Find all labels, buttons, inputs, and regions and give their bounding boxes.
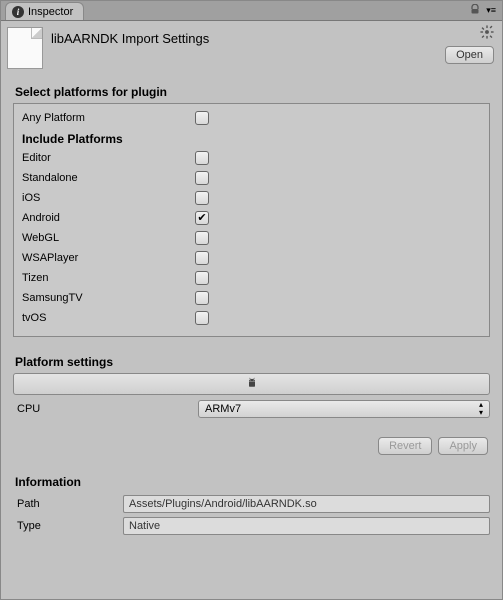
header: libAARNDK Import Settings Open <box>1 21 502 79</box>
any-platform-checkbox[interactable] <box>195 111 209 125</box>
info-row-type: Type Native <box>13 515 490 537</box>
platform-settings-box: CPU ARMv7 ▴▾ <box>13 373 490 419</box>
platform-row: WebGL <box>20 228 483 248</box>
platform-row: Standalone <box>20 168 483 188</box>
platform-checkbox[interactable] <box>195 251 209 265</box>
page-title: libAARNDK Import Settings <box>51 27 209 46</box>
info-label-path: Path <box>13 498 123 510</box>
platform-label: tvOS <box>20 312 195 324</box>
cpu-row: CPU ARMv7 ▴▾ <box>13 399 490 419</box>
platform-checkbox[interactable] <box>195 151 209 165</box>
platform-label: Standalone <box>20 172 195 184</box>
platform-row: Editor <box>20 148 483 168</box>
platform-checkbox[interactable] <box>195 191 209 205</box>
platform-list: Editor Standalone iOS Android WebGL WSAPlayer… <box>20 148 483 328</box>
platform-label: WSAPlayer <box>20 252 195 264</box>
info-icon: i <box>12 6 24 18</box>
platform-settings-title: Platform settings <box>1 349 502 373</box>
chevron-updown-icon: ▴▾ <box>479 401 483 417</box>
tab-inspector[interactable]: i Inspector <box>5 2 84 20</box>
platform-label: Android <box>20 212 195 224</box>
information-box: Path Assets/Plugins/Android/libAARNDK.so… <box>13 493 490 537</box>
gear-icon[interactable] <box>480 25 494 42</box>
cpu-label: CPU <box>13 403 198 415</box>
info-value-type: Native <box>123 517 490 535</box>
platform-row: iOS <box>20 188 483 208</box>
row-any-platform: Any Platform <box>20 108 483 128</box>
platforms-section-title: Select platforms for plugin <box>1 79 502 103</box>
platform-checkbox[interactable] <box>195 311 209 325</box>
inspector-panel: i Inspector ▾≡ libAARNDK Import Settings… <box>0 0 503 600</box>
header-right: Open <box>445 25 494 64</box>
platform-label: iOS <box>20 192 195 204</box>
any-platform-label: Any Platform <box>20 112 195 124</box>
tab-right-controls: ▾≡ <box>470 4 496 17</box>
apply-button[interactable]: Apply <box>438 437 488 455</box>
tab-bar: i Inspector ▾≡ <box>1 1 502 21</box>
information-title: Information <box>1 469 502 493</box>
info-label-type: Type <box>13 520 123 532</box>
open-button[interactable]: Open <box>445 46 494 64</box>
platform-row: WSAPlayer <box>20 248 483 268</box>
cpu-dropdown-value: ARMv7 <box>205 403 241 415</box>
include-platforms-title: Include Platforms <box>20 128 483 148</box>
info-row-path: Path Assets/Plugins/Android/libAARNDK.so <box>13 493 490 515</box>
platform-label: WebGL <box>20 232 195 244</box>
platform-checkbox[interactable] <box>195 211 209 225</box>
platform-checkbox[interactable] <box>195 171 209 185</box>
platform-checkbox[interactable] <box>195 291 209 305</box>
cpu-dropdown[interactable]: ARMv7 ▴▾ <box>198 400 490 418</box>
platform-checkbox[interactable] <box>195 231 209 245</box>
file-icon <box>7 27 43 69</box>
platform-row: SamsungTV <box>20 288 483 308</box>
platform-label: SamsungTV <box>20 292 195 304</box>
platform-row: Android <box>20 208 483 228</box>
android-icon <box>246 377 258 392</box>
platform-label: Editor <box>20 152 195 164</box>
platform-tab-strip[interactable] <box>13 373 490 395</box>
platforms-box: Any Platform Include Platforms Editor Sta… <box>13 103 490 337</box>
platform-label: Tizen <box>20 272 195 284</box>
tab-label: Inspector <box>28 6 73 18</box>
info-value-path: Assets/Plugins/Android/libAARNDK.so <box>123 495 490 513</box>
revert-button[interactable]: Revert <box>378 437 432 455</box>
lock-icon[interactable] <box>470 4 480 17</box>
platform-checkbox[interactable] <box>195 271 209 285</box>
action-row: Revert Apply <box>1 427 502 469</box>
platform-row: Tizen <box>20 268 483 288</box>
platform-row: tvOS <box>20 308 483 328</box>
panel-menu-icon[interactable]: ▾≡ <box>486 5 496 16</box>
